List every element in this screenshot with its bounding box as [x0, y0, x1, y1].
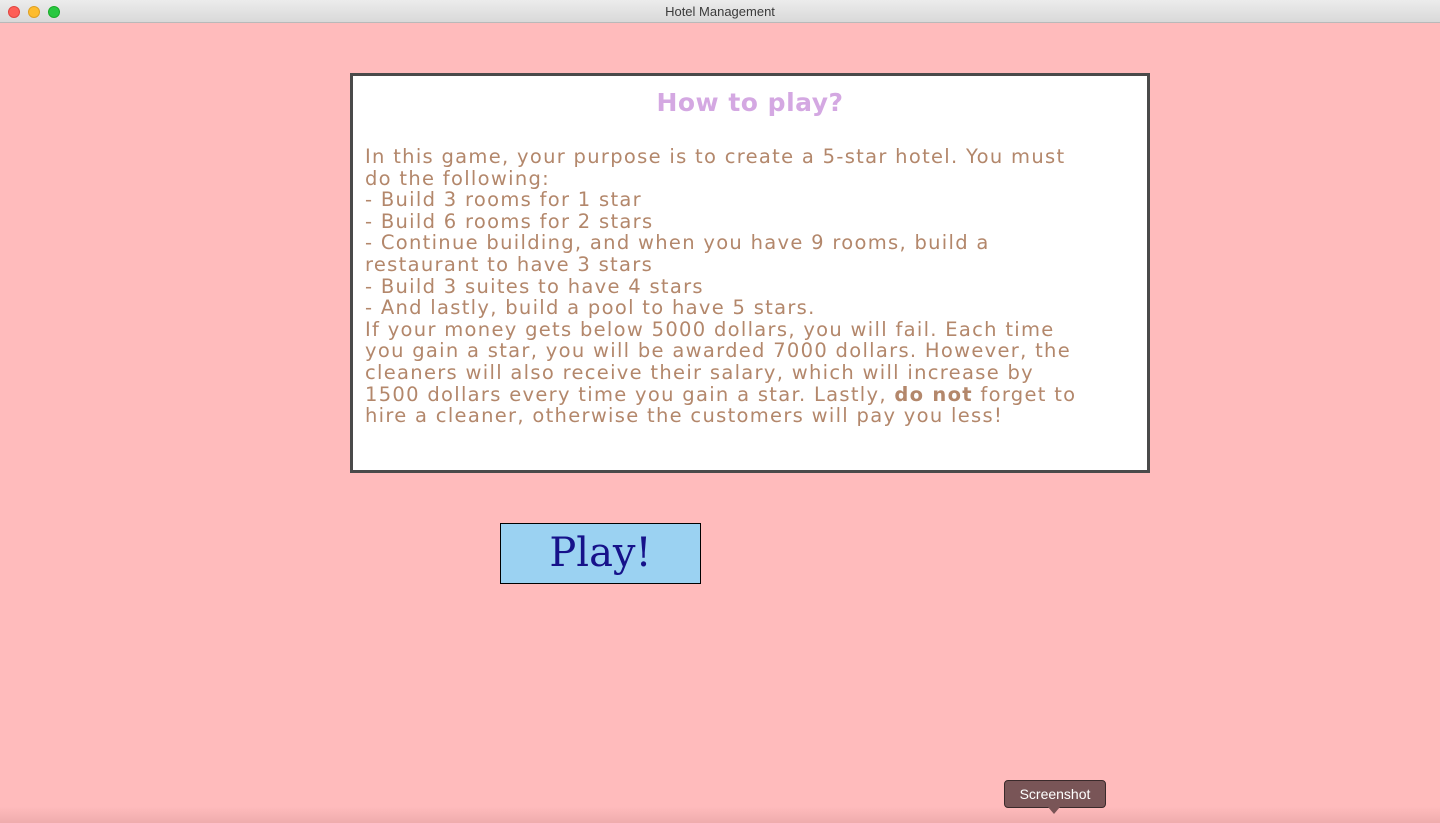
instructions-line: cleaners will also receive their salary,… [365, 360, 1035, 384]
instructions-panel: How to play? In this game, your purpose … [350, 73, 1150, 473]
title-bar[interactable]: Hotel Management [0, 0, 1440, 23]
instructions-line: do the following: [365, 166, 551, 190]
emphasis-text: do not [894, 382, 973, 406]
instructions-line-with-emphasis: 1500 dollars every time you gain a star.… [365, 382, 1140, 406]
instructions-line: - Build 6 rooms for 2 stars [365, 209, 654, 233]
window-title: Hotel Management [665, 4, 775, 19]
instructions-line-start: 1500 dollars every time you gain a star.… [365, 382, 887, 406]
bottom-shadow [0, 807, 1440, 823]
instructions-line: hire a cleaner, otherwise the customers … [365, 404, 1004, 428]
instructions-heading: How to play? [656, 88, 844, 117]
instructions-line: If your money gets below 5000 dollars, y… [365, 317, 1055, 341]
instructions-line: - Build 3 suites to have 4 stars [365, 274, 704, 298]
instructions-line-end: forget to [980, 382, 1077, 406]
instructions-line: - Continue building, and when you have 9… [365, 231, 990, 255]
instructions-line: In this game, your purpose is to create … [365, 145, 1066, 168]
app-window: Hotel Management How to play? In this ga… [0, 0, 1440, 823]
instructions-line: restaurant to have 3 stars [365, 252, 654, 276]
instructions-text: In this game, your purpose is to create … [365, 146, 1140, 427]
instructions-line: - And lastly, build a pool to have 5 sta… [365, 296, 816, 320]
instructions-line: you gain a star, you will be awarded 700… [365, 339, 1072, 363]
instructions-line: - Build 3 rooms for 1 star [365, 188, 642, 212]
play-button[interactable]: Play! [500, 523, 701, 584]
screenshot-tooltip: Screenshot [1004, 780, 1106, 808]
